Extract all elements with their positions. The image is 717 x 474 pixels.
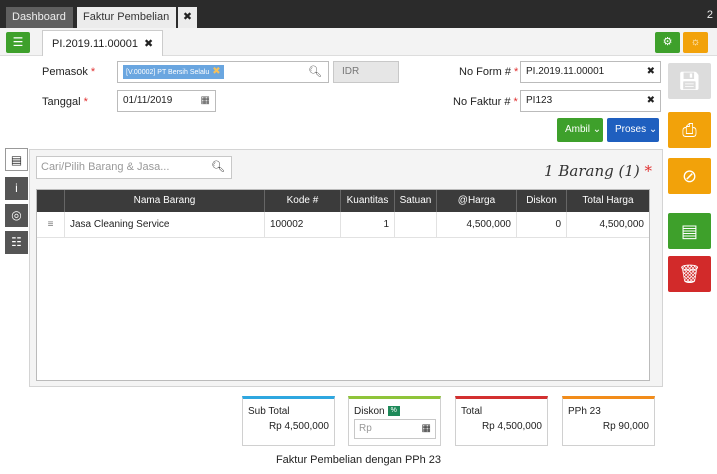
item-count: 1 Barang (1) * bbox=[544, 162, 652, 180]
cell-harga[interactable]: 4,500,000 bbox=[437, 212, 517, 238]
print-icon: ⎙ bbox=[682, 120, 697, 140]
cell-total: 4,500,000 bbox=[599, 219, 645, 230]
diskon-input[interactable]: Rp ▦ bbox=[354, 419, 436, 439]
info-tab[interactable]: i bbox=[5, 177, 28, 200]
tab-dashboard[interactable]: Dashboard bbox=[6, 7, 73, 28]
close-tab-button[interactable]: ✖ bbox=[178, 7, 197, 28]
tanggal-value: 01/11/2019 bbox=[123, 95, 173, 106]
trash-icon: 🗑︎ bbox=[678, 264, 701, 284]
print-button[interactable]: ⎙ bbox=[668, 112, 711, 148]
list-button[interactable]: ☰ bbox=[6, 32, 30, 53]
briefcase-button[interactable]: ▤ bbox=[668, 213, 711, 249]
search-icon[interactable]: 🔍︎ bbox=[211, 157, 225, 178]
item-search-placeholder: Cari/Pilih Barang & Jasa... bbox=[41, 161, 170, 173]
subtotal-box: Sub Total Rp 4,500,000 bbox=[242, 396, 335, 446]
noform-field[interactable]: PI.2019.11.00001 ✖ bbox=[520, 61, 661, 83]
document-tab[interactable]: PI.2019.11.00001 ✖ bbox=[42, 30, 163, 56]
column-header-kuantitas: Kuantitas bbox=[341, 190, 395, 212]
total-label: Total bbox=[461, 406, 483, 417]
pph-value: Rp 90,000 bbox=[602, 421, 649, 432]
column-header-handle bbox=[37, 190, 65, 212]
column-header-nama: Nama Barang bbox=[65, 190, 265, 212]
settings-button[interactable]: ⚙ bbox=[655, 32, 680, 53]
column-header-diskon: Diskon bbox=[517, 190, 567, 212]
nofaktur-label: No Faktur # * bbox=[453, 96, 518, 108]
tab-counter[interactable]: 2 bbox=[707, 9, 713, 21]
list-icon: ☰ bbox=[12, 35, 24, 49]
search-icon[interactable]: 🔍︎ bbox=[308, 62, 322, 82]
cell-kuantitas[interactable]: 1 bbox=[341, 212, 395, 238]
calculator-icon[interactable]: ▦ bbox=[422, 420, 431, 438]
column-header-total: Total Harga bbox=[582, 195, 634, 206]
pph-label: PPh 23 bbox=[568, 406, 601, 417]
info-icon: i bbox=[15, 181, 18, 195]
briefcase-icon: ▤ bbox=[680, 221, 698, 241]
payment-tab[interactable]: ◎ bbox=[5, 204, 28, 227]
chevron-down-icon: ⌄ bbox=[648, 124, 658, 135]
detail-tab[interactable]: ▤ bbox=[5, 148, 28, 171]
subtotal-value: Rp 4,500,000 bbox=[268, 421, 329, 432]
diskon-box: Diskon% Rp ▦ bbox=[348, 396, 441, 446]
table-header: Nama Barang Kode # Kuantitas Satuan @Har… bbox=[37, 190, 649, 212]
gear-icon: ⚙ bbox=[662, 36, 673, 48]
checklist-tab[interactable]: ☷ bbox=[5, 231, 28, 254]
column-header-kode: Kode # bbox=[265, 190, 341, 212]
tab-faktur-pembelian[interactable]: Faktur Pembelian bbox=[77, 7, 176, 28]
cell-nama: Jasa Cleaning Service bbox=[65, 212, 265, 238]
save-button[interactable]: 💾︎ bbox=[668, 63, 711, 99]
cell-kode: 100002 bbox=[265, 212, 341, 238]
total-box: Total Rp 4,500,000 bbox=[455, 396, 548, 446]
close-document-button[interactable]: ✖ bbox=[144, 38, 153, 50]
currency-field: IDR bbox=[333, 61, 399, 83]
tab-bar: Dashboard Faktur Pembelian ✖ 2 bbox=[0, 0, 717, 28]
items-table: Nama Barang Kode # Kuantitas Satuan @Har… bbox=[36, 189, 650, 381]
remove-chip-icon[interactable]: ✖ bbox=[212, 66, 220, 77]
clear-noform-icon[interactable]: ✖ bbox=[647, 62, 655, 82]
ambil-button[interactable]: Ambil ⌄ bbox=[557, 118, 603, 142]
tanggal-field[interactable]: 01/11/2019 ▦ bbox=[117, 90, 216, 112]
item-search-input[interactable]: Cari/Pilih Barang & Jasa... 🔍︎ bbox=[36, 156, 232, 179]
nofaktur-field[interactable]: PI123 ✖ bbox=[520, 90, 661, 112]
attach-button[interactable]: ⊘ bbox=[668, 158, 711, 194]
document-tab-label: PI.2019.11.00001 bbox=[52, 38, 139, 50]
bulb-icon: ☼ bbox=[690, 36, 701, 48]
diskon-placeholder: Rp bbox=[359, 423, 372, 434]
percent-toggle[interactable]: % bbox=[387, 406, 400, 417]
coins-icon: ◎ bbox=[11, 208, 22, 222]
tips-button[interactable]: ☼ bbox=[683, 32, 708, 53]
calendar-icon[interactable]: ▦ bbox=[201, 91, 210, 111]
pemasok-field[interactable]: [V.00002] PT Bersih Selalu ✖ 🔍︎ bbox=[117, 61, 329, 83]
noform-value: PI.2019.11.00001 bbox=[526, 66, 605, 77]
document-toolbar: ☰ PI.2019.11.00001 ✖ ⚙ ☼ bbox=[0, 28, 717, 56]
tanggal-label: Tanggal * bbox=[42, 96, 88, 108]
cell-diskon[interactable]: 0 bbox=[517, 212, 567, 238]
pph-box: PPh 23 Rp 90,000 bbox=[562, 396, 655, 446]
figure-caption: Faktur Pembelian dengan PPh 23 bbox=[275, 454, 442, 466]
pemasok-label: Pemasok * bbox=[42, 66, 96, 78]
attach-icon: ⊘ bbox=[681, 166, 698, 186]
diskon-label: Diskon% bbox=[354, 406, 400, 417]
document-icon: ▤ bbox=[10, 153, 23, 167]
proses-button[interactable]: Proses ⌄ bbox=[607, 118, 659, 142]
clear-nofaktur-icon[interactable]: ✖ bbox=[647, 91, 655, 111]
column-header-harga: @Harga bbox=[437, 190, 517, 212]
drag-handle-icon[interactable]: ≡ bbox=[37, 212, 65, 238]
pemasok-chip: [V.00002] PT Bersih Selalu ✖ bbox=[123, 65, 224, 79]
total-value: Rp 4,500,000 bbox=[481, 421, 542, 432]
delete-button[interactable]: 🗑︎ bbox=[668, 256, 711, 292]
column-header-satuan: Satuan bbox=[395, 190, 437, 212]
table-row[interactable]: ≡ Jasa Cleaning Service 100002 1 4,500,0… bbox=[37, 212, 649, 238]
noform-label: No Form # * bbox=[459, 66, 519, 78]
nofaktur-value: PI123 bbox=[526, 95, 553, 106]
cell-satuan[interactable] bbox=[395, 212, 437, 238]
subtotal-label: Sub Total bbox=[248, 406, 290, 417]
chevron-down-icon: ⌄ bbox=[592, 124, 602, 135]
save-icon: 💾︎ bbox=[678, 71, 701, 91]
checklist-icon: ☷ bbox=[11, 235, 22, 249]
